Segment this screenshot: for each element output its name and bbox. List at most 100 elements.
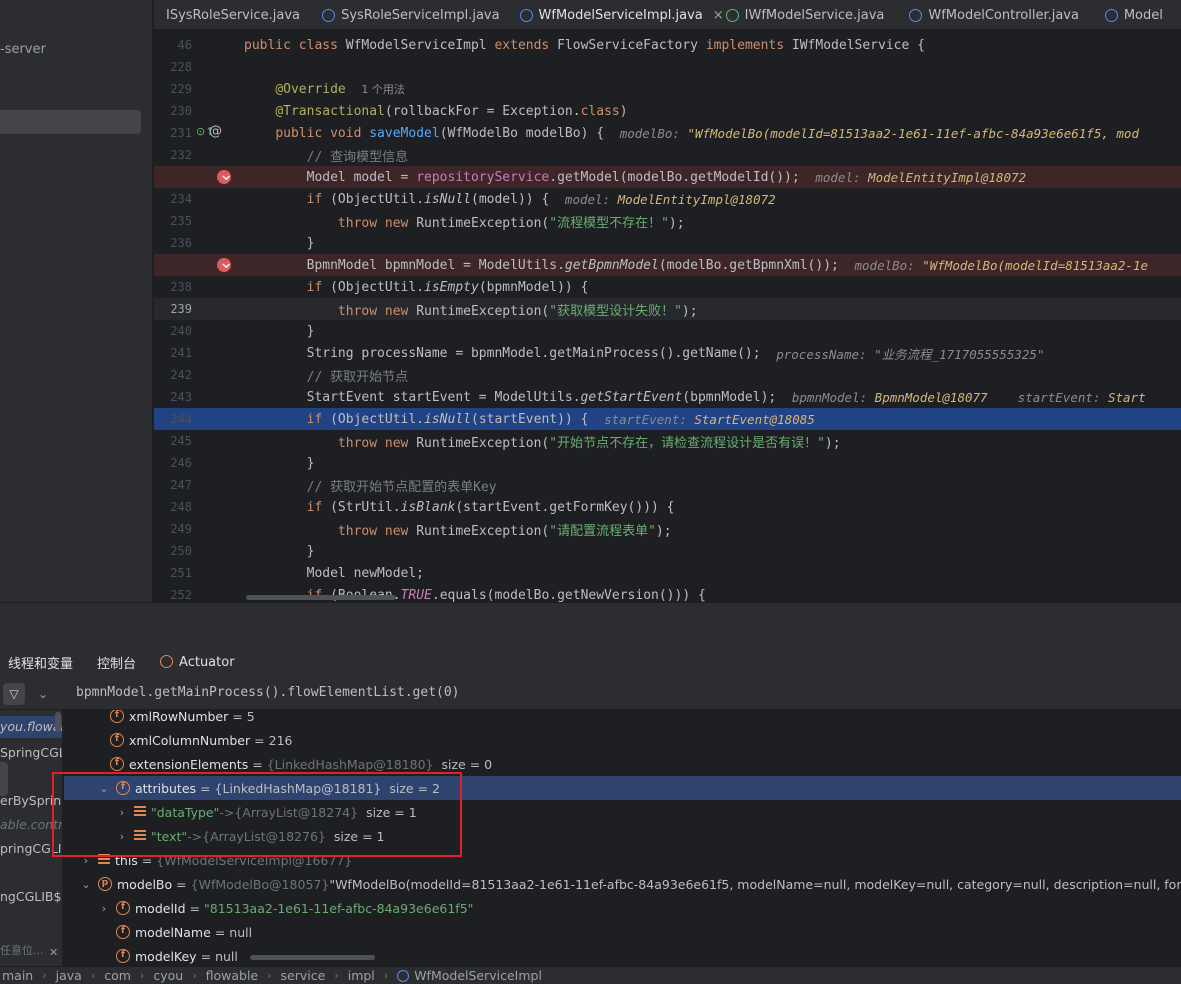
chevron-right-icon[interactable]: › [116,806,128,819]
frame-item[interactable]: able.contro [0,814,62,836]
code-line-breakpoint: 233 Model model = repositoryService.getM… [154,166,1181,188]
breadcrumb-item[interactable]: com [104,968,131,983]
gutter[interactable] [192,452,244,474]
usages-hint[interactable]: 1 个用法 [361,81,405,97]
gutter[interactable] [192,232,244,254]
code-text: } [244,235,315,251]
frame-item[interactable]: ngCGLIB$$ [0,886,62,908]
tab-isysroleservice[interactable]: ISysRoleService.java [154,0,320,29]
frame-item[interactable]: erBySpring [0,790,62,812]
chevron-right-icon[interactable]: › [116,830,128,843]
breadcrumb-item[interactable]: java [56,968,82,983]
gutter[interactable] [192,320,244,342]
gutter[interactable] [192,386,244,408]
variable-name: modelKey [135,948,197,964]
close-icon[interactable]: ✕ [49,946,58,959]
variable-row-selected[interactable]: ⌄ f attributes = {LinkedHashMap@18181} s… [64,776,1181,800]
code-text: String processName = bpmnModel.getMainPr… [244,345,777,361]
breadcrumb-item[interactable]: WfModelServiceImpl [397,968,542,983]
panel-divider[interactable] [0,602,1181,646]
tab-threads-variables[interactable]: 线程和变量 [8,653,74,681]
line-number: 234 [170,192,192,206]
frame-item[interactable]: you.flowabl [0,716,62,738]
actuator-icon [160,654,174,668]
line-number: 233 [154,170,192,184]
tab-console[interactable]: 控制台 [97,653,136,672]
tab-sysroleserviceimpl[interactable]: SysRoleServiceImpl.java [320,0,515,29]
frames-scrollbar[interactable] [55,712,61,732]
gutter[interactable] [192,496,244,518]
variable-row[interactable]: › f modelId = "81513aa2-1e61-11ef-afbc-8… [64,896,1181,920]
tab-wfmodelcontroller[interactable]: WfModelController.java [907,0,1102,29]
editor-horizontal-scrollbar[interactable] [246,595,396,600]
gutter[interactable] [192,188,244,210]
gutter[interactable] [192,276,244,298]
breadcrumb-item[interactable]: cyou [153,968,183,983]
variables-horizontal-scrollbar[interactable] [250,955,375,960]
code-editor[interactable]: 46 public class WfModelServiceImpl exten… [154,31,1181,602]
line-number: 239 [170,302,192,316]
breadcrumb-item[interactable]: main [2,968,33,983]
chevron-down-icon[interactable]: ⌄ [98,782,110,795]
chevron-right-icon[interactable]: › [98,902,110,915]
breadcrumb-item[interactable]: flowable [206,968,259,983]
variable-row[interactable]: › this = {WfModelServiceImpl@16677} [64,848,1181,872]
gutter[interactable] [192,540,244,562]
variable-row[interactable]: f modelKey = null [64,944,1181,966]
gutter[interactable] [192,210,244,232]
variable-row[interactable]: › "dataType" -> {ArrayList@18274} size =… [64,800,1181,824]
variable-row[interactable]: ⌄ p modelBo = {WfModelBo@18057} "WfModel… [64,872,1181,896]
variable-row[interactable]: f modelName = null [64,920,1181,944]
gutter[interactable] [192,78,244,100]
gutter[interactable] [192,166,244,188]
chevron-down-icon[interactable]: ⌄ [38,683,48,705]
project-label[interactable]: -server [0,42,46,57]
gutter[interactable] [192,144,244,166]
tab-model[interactable]: Model [1103,0,1181,29]
evaluate-expression-input[interactable]: bpmnModel.getMainProcess().flowElementLi… [76,685,460,700]
variable-row[interactable]: f xmlRowNumber = 5 [64,710,1181,728]
code-text: if (StrUtil.isBlank(startEvent.getFormKe… [306,499,675,515]
gutter[interactable] [192,430,244,452]
gutter[interactable] [192,364,244,386]
gutter[interactable] [192,298,244,320]
frame-item[interactable]: 任意位... [0,940,44,962]
gutter[interactable] [192,34,244,56]
tab-actuator[interactable]: Actuator [160,654,235,670]
variables-tree[interactable]: f xmlRowNumber = 5 f xmlColumnNumber = 2… [64,710,1181,966]
gutter[interactable] [192,584,244,602]
gutter[interactable] [192,254,244,276]
gutter[interactable] [192,408,244,430]
breakpoint-icon[interactable] [217,258,231,272]
variable-row[interactable]: f xmlColumnNumber = 216 [64,728,1181,752]
sidebar-selected-item[interactable] [0,110,141,134]
gutter[interactable] [192,342,244,364]
gutter[interactable] [192,518,244,540]
chevron-right-icon: › [267,969,272,982]
frame-item[interactable]: pringCGLIB [0,838,62,860]
tab-iwfmodelservice[interactable]: IWfModelService.java [724,0,908,29]
line-number: 251 [170,566,192,580]
breakpoint-icon[interactable] [217,170,231,184]
breadcrumb-item[interactable]: service [281,968,326,983]
chevron-down-icon[interactable]: ⌄ [80,878,92,891]
breadcrumb-label: WfModelServiceImpl [414,968,542,983]
variable-row[interactable]: › "text" -> {ArrayList@18276} size = 1 [64,824,1181,848]
tab-wfmodelserviceimpl[interactable]: WfModelServiceImpl.java × [516,0,724,29]
gutter[interactable] [192,56,244,78]
variable-row[interactable]: f extensionElements = {LinkedHashMap@181… [64,752,1181,776]
chevron-right-icon[interactable]: › [80,854,92,867]
line-number: 245 [170,434,192,448]
line-number: 241 [170,346,192,360]
gutter[interactable]: ⊙↑ @ [192,122,244,144]
filter-icon[interactable]: ▽ [3,683,25,705]
breadcrumb-item[interactable]: impl [348,968,375,983]
frame-item[interactable]: SpringCGLI [0,742,62,764]
gutter[interactable] [192,100,244,122]
gutter[interactable] [192,562,244,584]
annotation-icon: @ [209,124,222,139]
code-text: } [244,323,315,339]
map-entry-icon [134,830,146,842]
gutter[interactable] [192,474,244,496]
close-tab-icon[interactable]: × [713,8,724,23]
